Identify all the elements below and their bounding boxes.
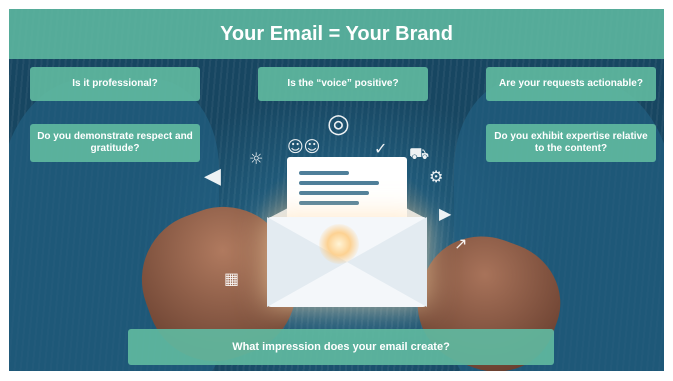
lightbulb-icon: ☼ — [249, 149, 264, 168]
title-bar: Your Email = Your Brand — [9, 9, 664, 59]
letter-line — [299, 171, 349, 175]
play-icon: ▶ — [439, 204, 452, 223]
target-icon: ◎ — [327, 109, 350, 139]
envelope-flap-right — [347, 217, 427, 307]
light-glow — [319, 224, 359, 264]
gear-icon: ⚙ — [429, 167, 444, 186]
background-photo: ◎ ☺☺ ✓ ⛟ ⚙ ◀ ☼ ▶ ↗ ▦ — [9, 9, 664, 371]
letter-line — [299, 201, 359, 205]
question-respect: Do you demonstrate respect and gratitude… — [30, 124, 200, 162]
page-title: Your Email = Your Brand — [220, 22, 453, 45]
chart-icon: ↗ — [454, 234, 468, 253]
question-professional: Is it professional? — [30, 67, 200, 101]
letter-line — [299, 181, 379, 185]
thumbs-up-icon: ✓ — [374, 139, 388, 158]
people-icon: ☺☺ — [287, 137, 321, 156]
chart-icon: ▦ — [224, 269, 240, 288]
question-expertise: Do you exhibit expertise relative to the… — [486, 124, 656, 162]
letter-line — [299, 191, 369, 195]
cart-icon: ⛟ — [409, 144, 430, 163]
slide: ◎ ☺☺ ✓ ⛟ ⚙ ◀ ☼ ▶ ↗ ▦ Your Email = Your B… — [0, 0, 673, 381]
question-voice: Is the “voice” positive? — [258, 67, 428, 101]
bottom-question: What impression does your email create? — [128, 329, 554, 365]
megaphone-icon: ◀ — [204, 164, 221, 189]
question-actionable: Are your requests actionable? — [486, 67, 656, 101]
